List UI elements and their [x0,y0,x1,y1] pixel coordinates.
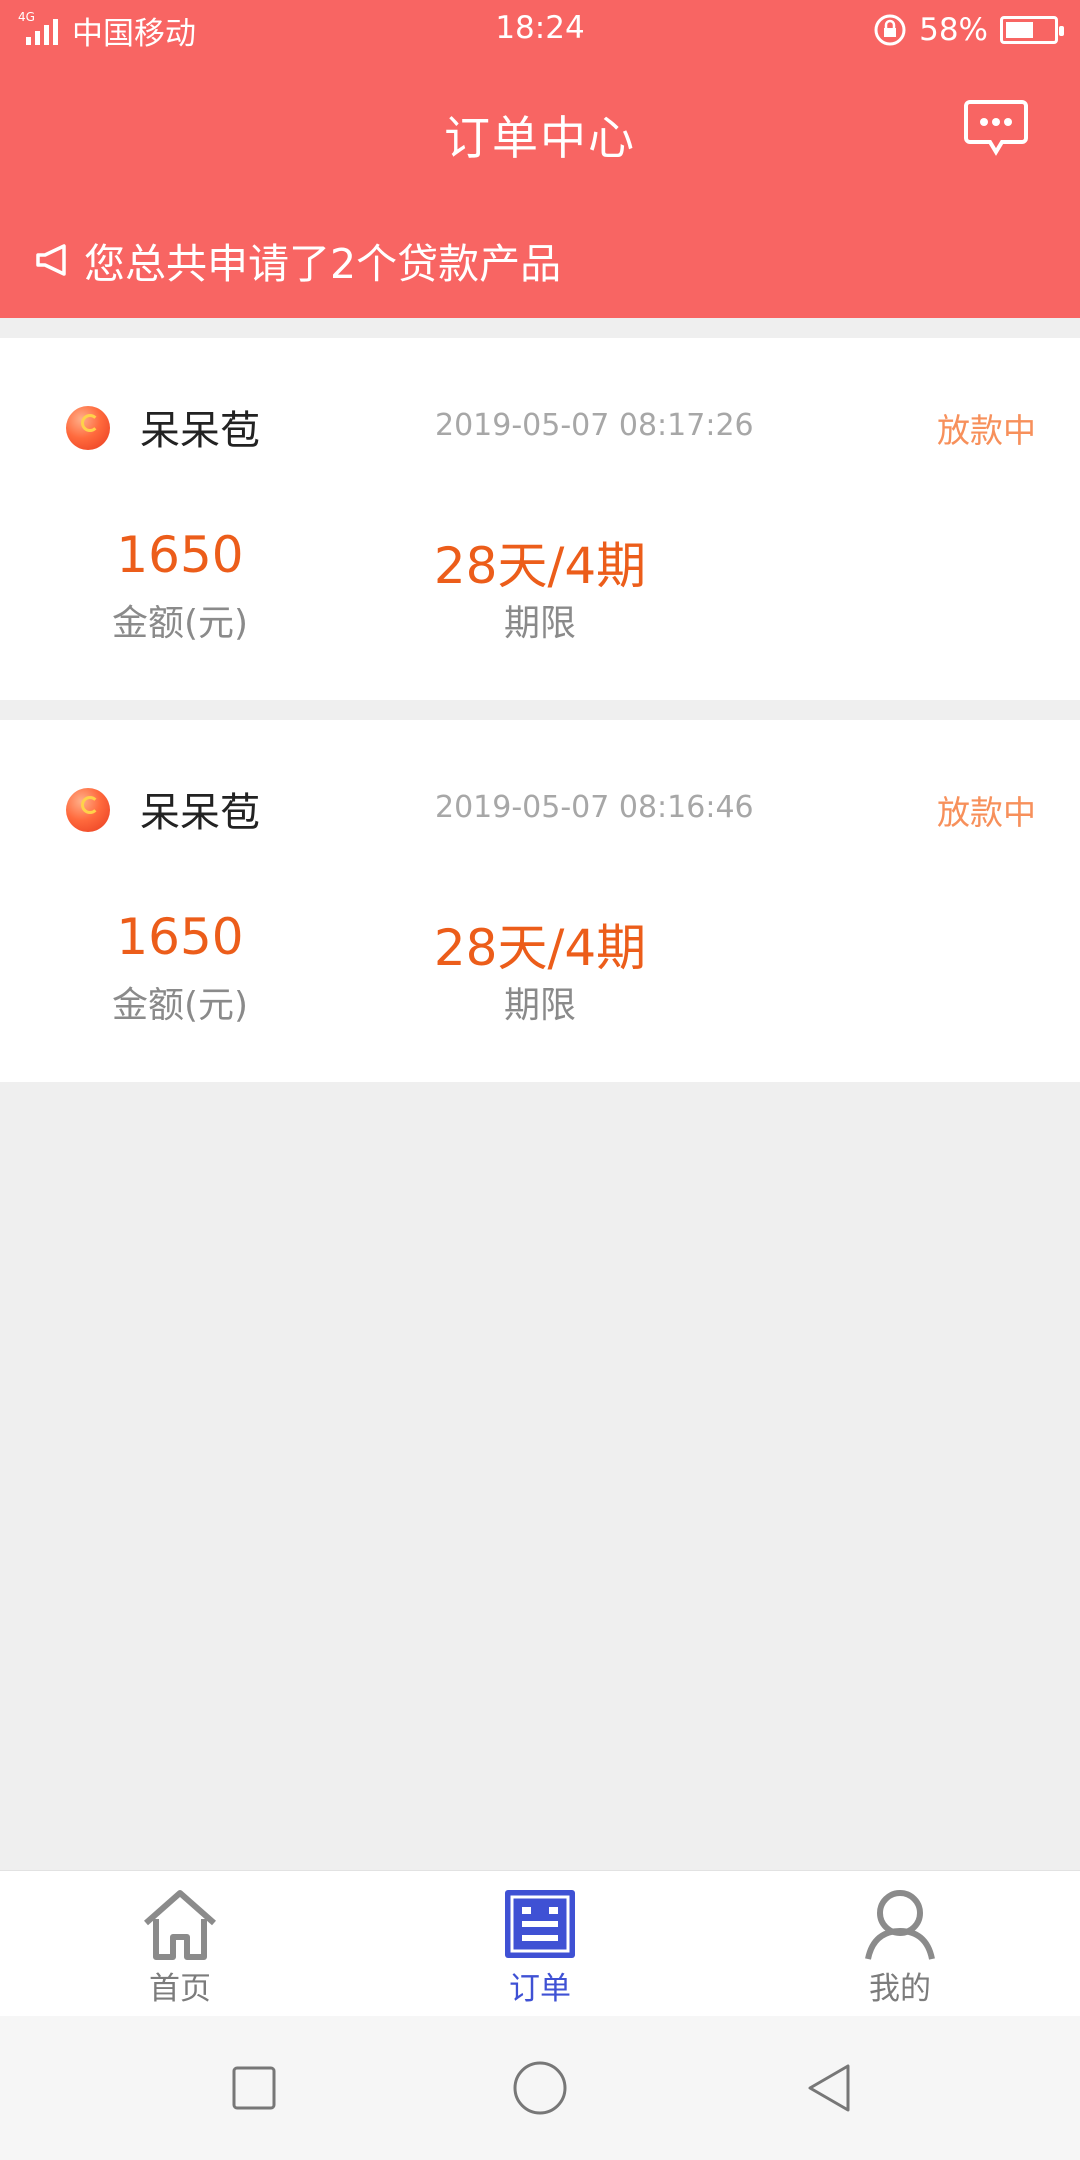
header: 4G 中国移动 18:24 58% 订单中心 您总共申请了2个贷款产品 [0,0,1080,318]
tab-bar: 首页 订单 我的 [0,1870,1080,2016]
product-logo [66,788,110,832]
order-card[interactable]: 呆呆苞 2019-05-07 08:17:26 放款中 1650 金额(元) 2… [0,338,1080,700]
tab-orders[interactable]: 订单 [360,1871,720,2016]
order-card[interactable]: 呆呆苞 2019-05-07 08:16:46 放款中 1650 金额(元) 2… [0,720,1080,1082]
term-label: 期限 [503,603,576,644]
status-bar: 4G 中国移动 18:24 58% [0,0,1080,58]
order-status: 放款中 [937,411,1036,450]
message-icon[interactable] [964,98,1028,156]
order-time: 2019-05-07 08:16:46 [435,790,754,825]
tab-home-label: 首页 [149,1971,211,2007]
notice-bar: 您总共申请了2个贷款产品 [34,232,561,288]
product-name: 呆呆苞 [140,408,260,454]
battery-icon [1000,16,1064,44]
product-name: 呆呆苞 [140,790,260,836]
home-icon [144,1890,216,1960]
battery-fill [1006,22,1033,38]
home-button-icon[interactable] [510,2058,570,2118]
profile-icon [865,1890,935,1960]
order-list: 呆呆苞 2019-05-07 08:17:26 放款中 1650 金额(元) 2… [0,318,1080,1082]
page-title: 订单中心 [444,111,636,165]
amount-value: 1650 [116,526,244,584]
amount-label: 金额(元) [111,985,249,1026]
tab-orders-label: 订单 [509,1971,571,2007]
notice-text: 您总共申请了2个贷款产品 [84,240,562,288]
order-time: 2019-05-07 08:17:26 [435,408,754,443]
product-logo [66,406,110,450]
megaphone-icon [36,244,66,276]
term-value: 28天/4期 [433,537,647,595]
amount-value: 1650 [116,908,244,966]
tab-home[interactable]: 首页 [0,1871,360,2016]
recent-apps-icon[interactable] [224,2058,284,2118]
tab-profile[interactable]: 我的 [720,1871,1080,2016]
order-icon [505,1890,575,1958]
term-value: 28天/4期 [433,919,647,977]
status-right: 58% [873,10,1064,50]
back-icon[interactable] [800,2058,860,2118]
order-status: 放款中 [937,793,1036,832]
system-nav-bar [0,2016,1080,2160]
amount-label: 金额(元) [111,603,249,644]
order-center-screen: 4G 中国移动 18:24 58% 订单中心 您总共申请了2个贷款产品 呆呆苞 … [0,0,1080,2160]
battery-percent: 58% [919,12,988,48]
term-label: 期限 [503,985,576,1026]
rotation-lock-icon [874,14,906,46]
title-bar: 订单中心 [0,78,1080,182]
tab-profile-label: 我的 [869,1971,931,2007]
